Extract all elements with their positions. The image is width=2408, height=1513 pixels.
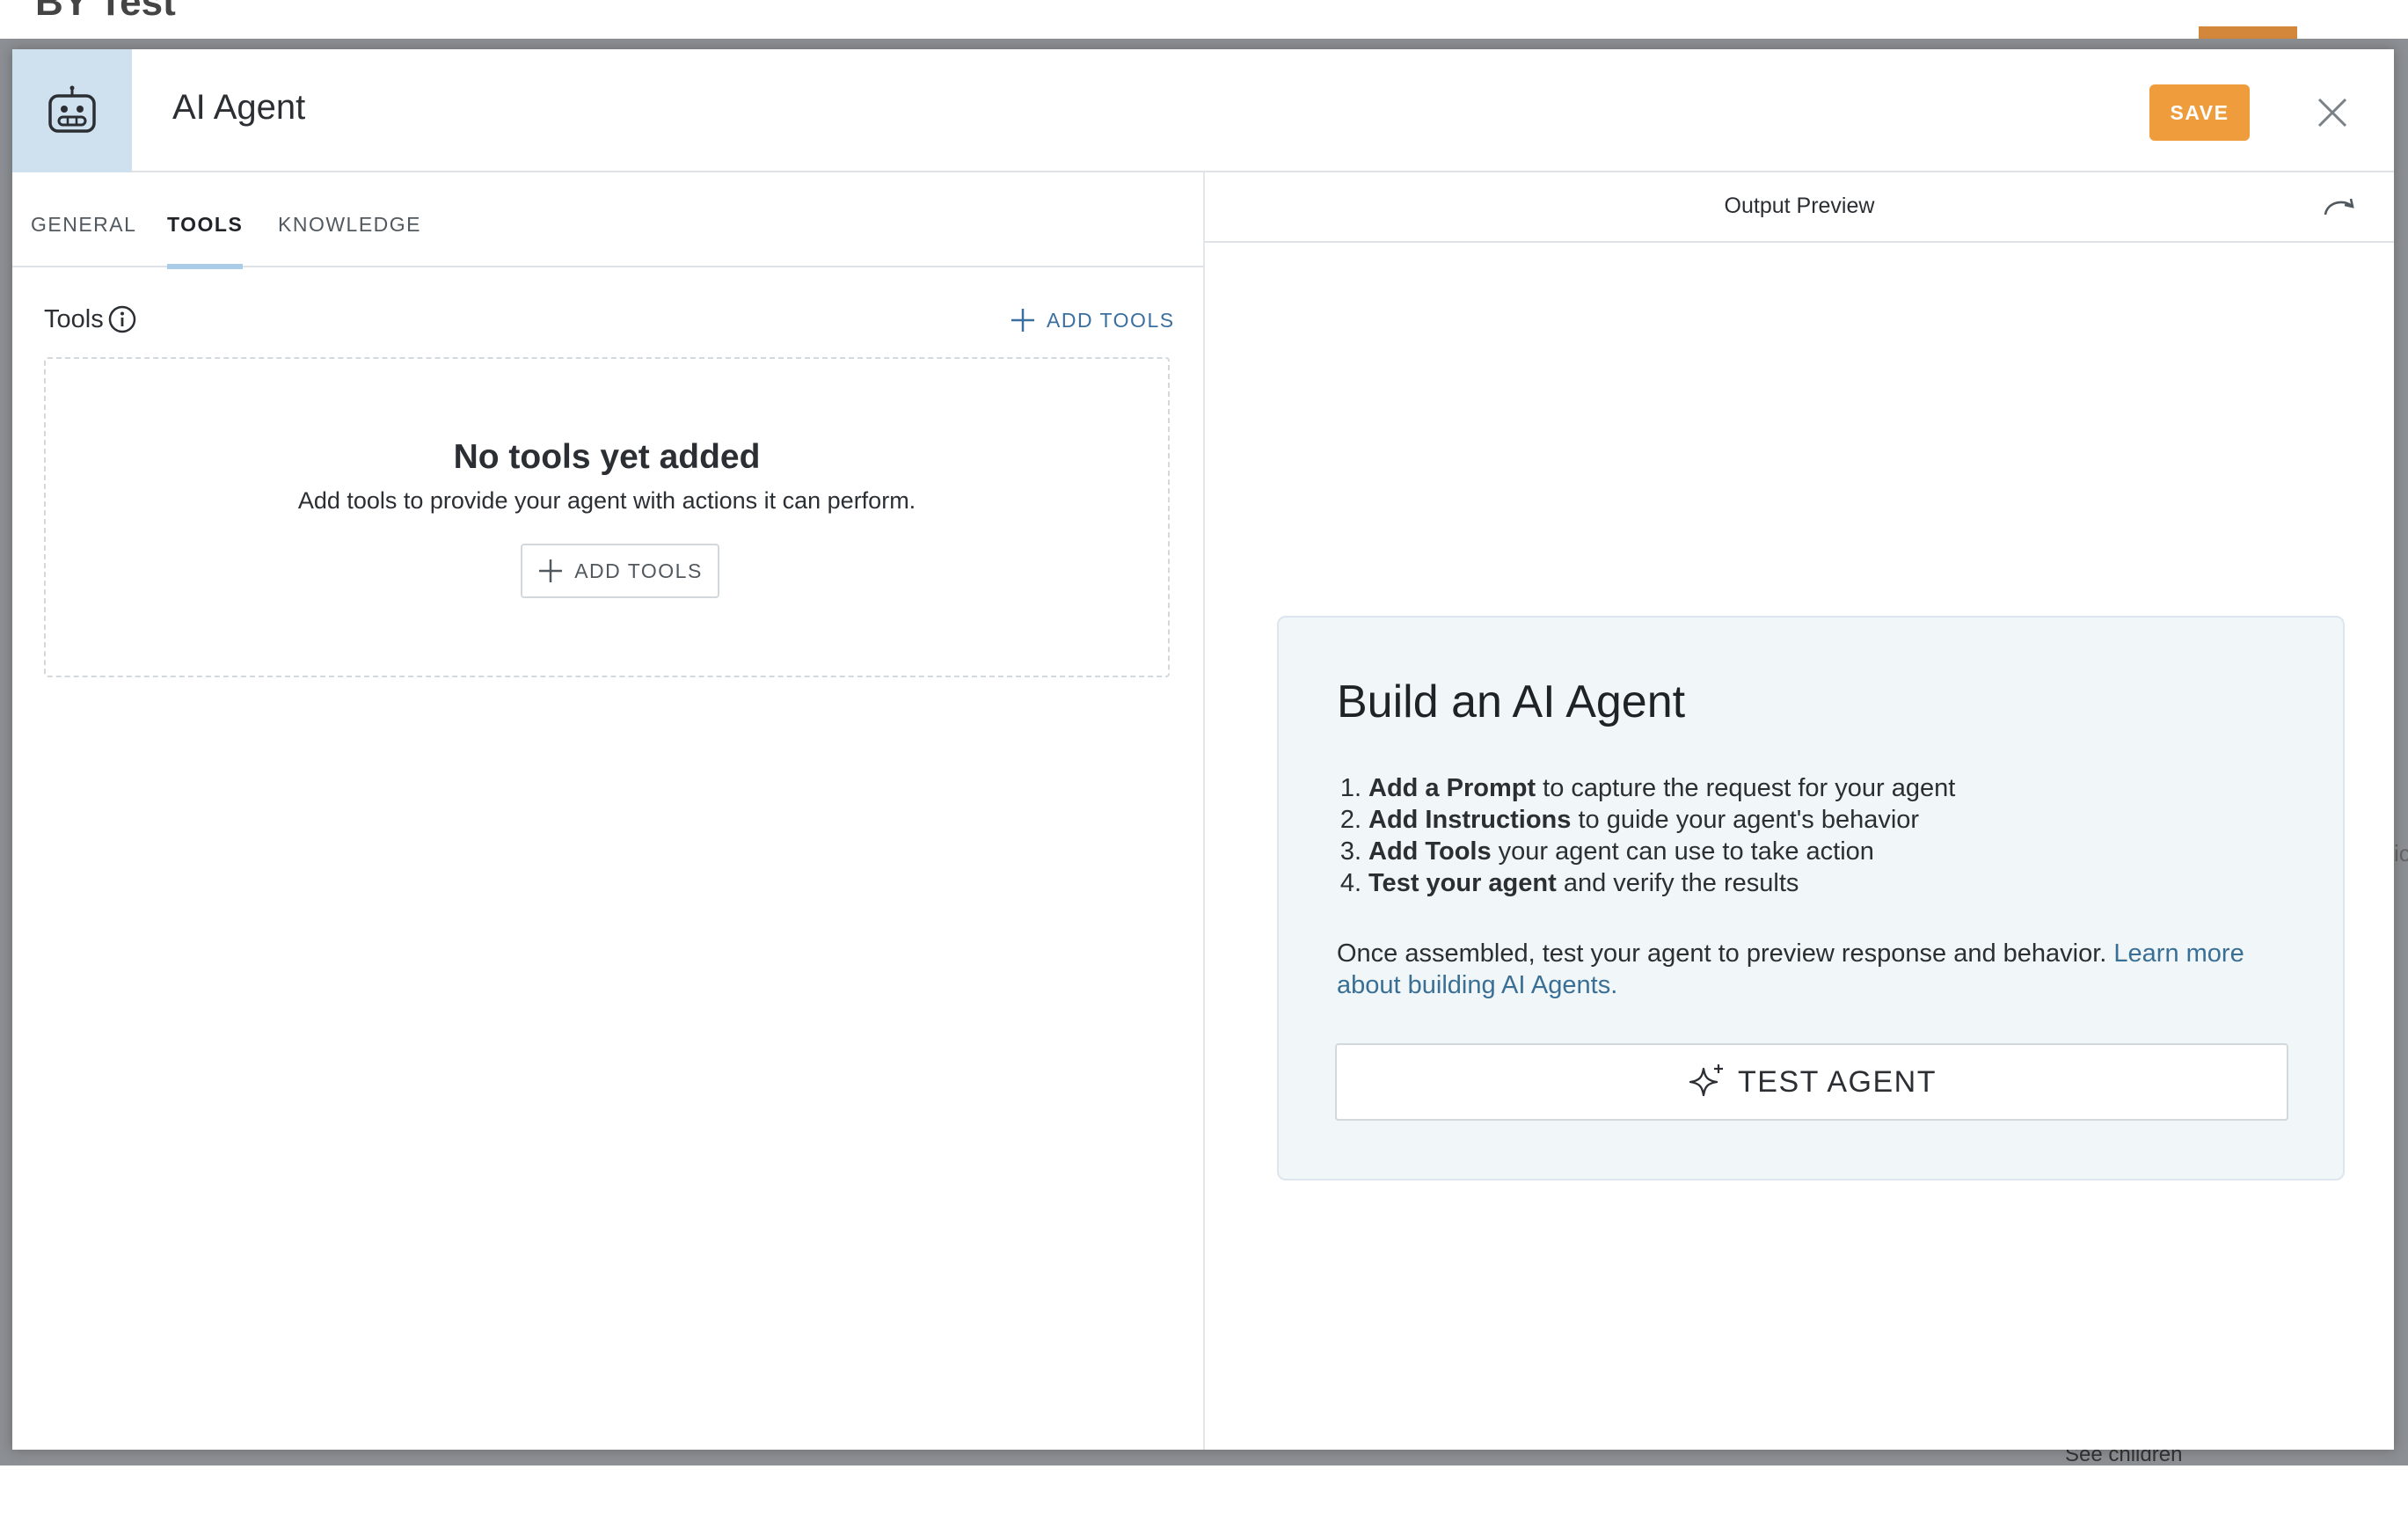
tools-section-label: Tools bbox=[44, 304, 137, 334]
step-bold: Add Instructions bbox=[1368, 806, 1572, 834]
steps-list: 1. Add a Prompt to capture the request f… bbox=[1337, 772, 1956, 899]
background-side-text: ic bbox=[2394, 840, 2408, 866]
background-button bbox=[2199, 26, 2297, 39]
step-item: 1. Add a Prompt to capture the request f… bbox=[1337, 772, 1956, 804]
step-rest: your agent can use to take action bbox=[1491, 837, 1874, 866]
sparkle-icon bbox=[1689, 1064, 1723, 1097]
agent-icon-box bbox=[12, 49, 132, 172]
redo-icon bbox=[2324, 198, 2354, 215]
step-bold: Add Tools bbox=[1368, 837, 1492, 866]
tab-knowledge[interactable]: KNOWLEDGE bbox=[278, 172, 421, 267]
tools-label-text: Tools bbox=[44, 304, 104, 333]
robot-icon bbox=[48, 85, 96, 133]
step-text: Test your agent and verify the results bbox=[1368, 867, 1799, 899]
ai-agent-modal: AI Agent SAVE GENERAL TOOLS KNOWLEDGE To… bbox=[12, 49, 2394, 1450]
tab-general[interactable]: GENERAL bbox=[31, 172, 136, 267]
step-item: 3. Add Tools your agent can use to take … bbox=[1337, 836, 1955, 867]
background-footer bbox=[0, 1465, 2408, 1513]
tools-empty-state: No tools yet added Add tools to provide … bbox=[44, 357, 1170, 677]
add-tools-button[interactable]: ADD TOOLS bbox=[521, 544, 719, 598]
redo-button[interactable] bbox=[2318, 190, 2361, 225]
step-item: 2. Add Instructions to guide your agent'… bbox=[1337, 804, 1955, 836]
add-tools-button-label: ADD TOOLS bbox=[574, 559, 703, 582]
config-panel: GENERAL TOOLS KNOWLEDGE Tools ADD TOOLS … bbox=[12, 172, 1205, 1450]
step-rest: to guide your agent's behavior bbox=[1571, 806, 1920, 834]
preview-title: Output Preview bbox=[1724, 194, 1875, 218]
step-rest: and verify the results bbox=[1556, 869, 1799, 897]
card-description-text: Once assembled, test your agent to previ… bbox=[1337, 939, 2114, 968]
modal-title: AI Agent bbox=[172, 88, 306, 127]
background-title: BY Test bbox=[35, 0, 176, 24]
empty-state-subtitle: Add tools to provide your agent with act… bbox=[297, 487, 916, 514]
step-text: Add Tools your agent can use to take act… bbox=[1368, 836, 1874, 867]
step-item: 4. Test your agent and verify the result… bbox=[1337, 867, 1955, 899]
add-tools-link[interactable]: ADD TOOLS bbox=[1010, 304, 1175, 336]
modal-header: AI Agent SAVE bbox=[12, 49, 2394, 172]
add-tools-link-label: ADD TOOLS bbox=[1047, 308, 1175, 332]
plus-icon bbox=[1011, 309, 1034, 332]
step-number: 3. bbox=[1339, 837, 1361, 866]
card-title: Build an AI Agent bbox=[1337, 676, 1686, 727]
save-button[interactable]: SAVE bbox=[2149, 84, 2250, 141]
test-agent-button[interactable]: TEST AGENT bbox=[1335, 1043, 2288, 1121]
step-number: 1. bbox=[1339, 774, 1361, 802]
close-icon bbox=[2317, 98, 2347, 128]
test-agent-label: TEST AGENT bbox=[1738, 1064, 1937, 1099]
tab-bar: GENERAL TOOLS KNOWLEDGE bbox=[12, 172, 1205, 269]
background-header: BY Test bbox=[0, 0, 2408, 39]
close-button[interactable] bbox=[2311, 91, 2353, 134]
step-text: Add a Prompt to capture the request for … bbox=[1368, 772, 1955, 804]
plus-icon bbox=[539, 559, 563, 582]
empty-state-title: No tools yet added bbox=[453, 438, 761, 476]
tab-tools[interactable]: TOOLS bbox=[167, 172, 244, 269]
step-number: 2. bbox=[1339, 806, 1361, 834]
step-text: Add Instructions to guide your agent's b… bbox=[1368, 804, 1919, 836]
step-bold: Add a Prompt bbox=[1368, 774, 1536, 802]
card-description: Once assembled, test your agent to previ… bbox=[1337, 938, 2304, 1001]
step-number: 4. bbox=[1339, 869, 1361, 897]
output-preview-panel: Output Preview Build an AI Agent 1. Add … bbox=[1205, 172, 2394, 1450]
info-icon[interactable] bbox=[107, 304, 137, 334]
step-rest: to capture the request for your agent bbox=[1536, 774, 1956, 802]
step-bold: Test your agent bbox=[1368, 869, 1557, 897]
build-agent-card: Build an AI Agent 1. Add a Prompt to cap… bbox=[1277, 616, 2345, 1180]
preview-header: Output Preview bbox=[1205, 172, 2394, 243]
